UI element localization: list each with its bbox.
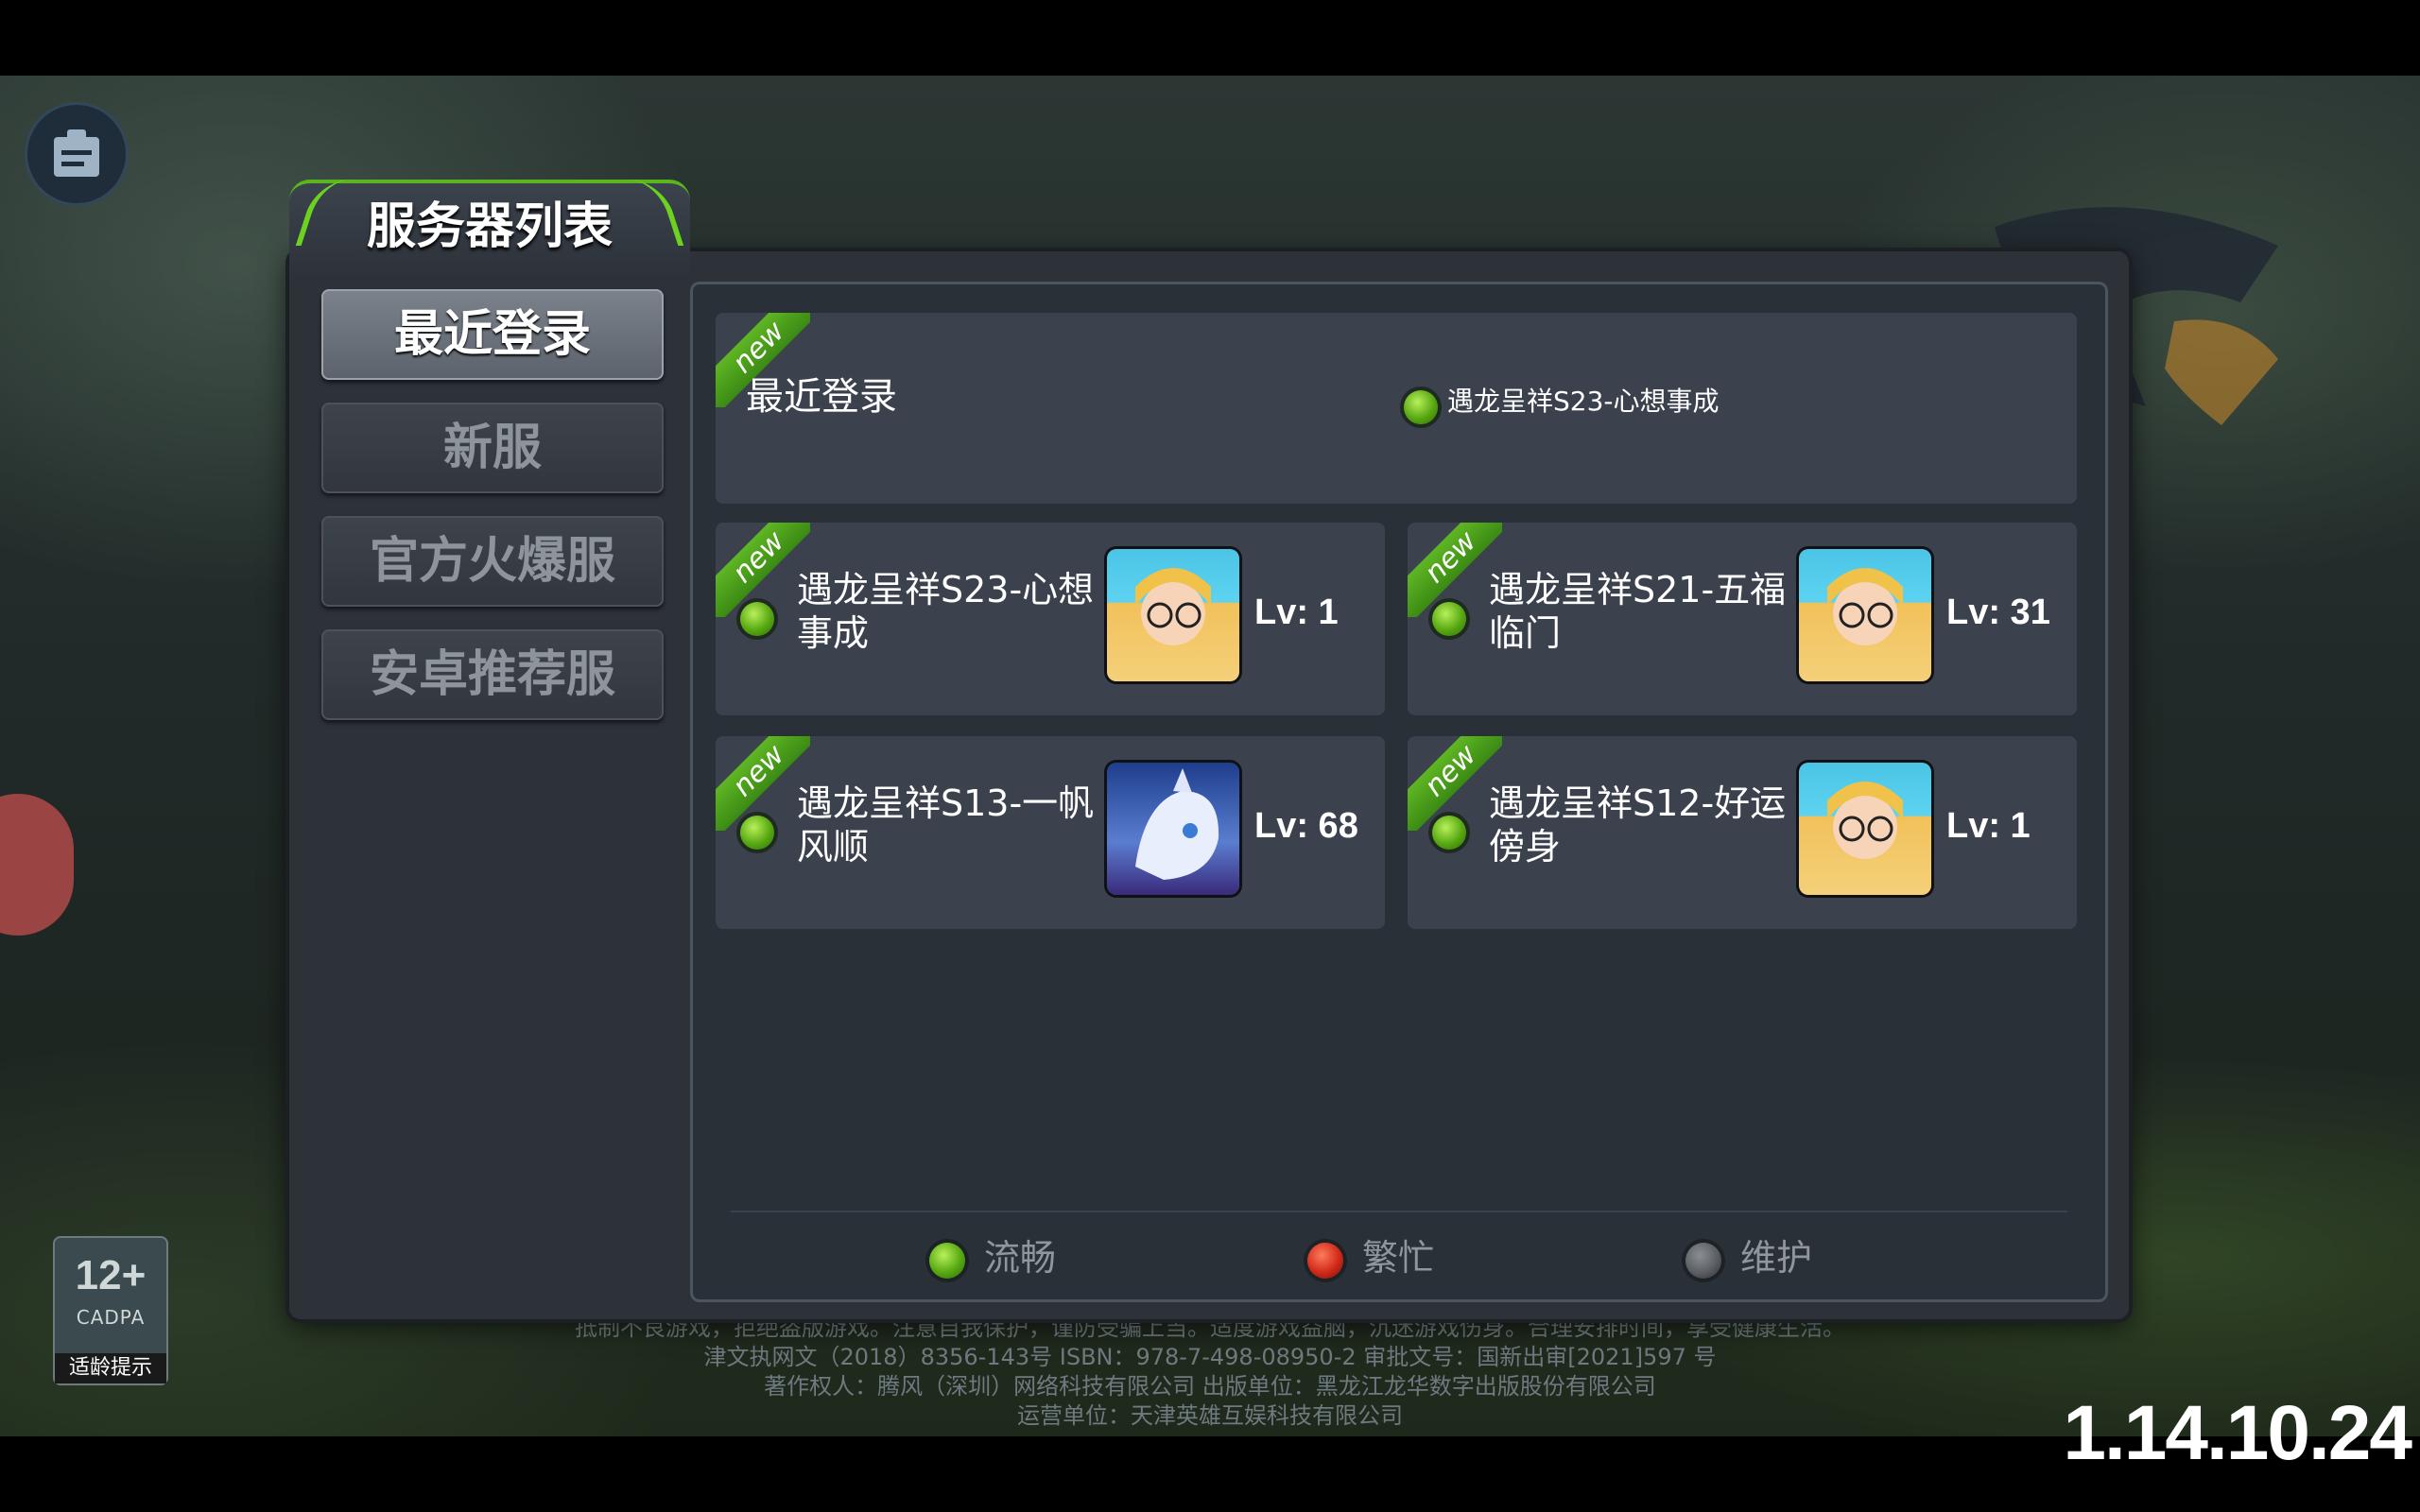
age-rating-value: 12+: [75, 1252, 147, 1298]
category-recent-login[interactable]: 最近登录: [321, 289, 664, 380]
version-number: 1.14.10.24: [2063, 1390, 2412, 1476]
elf-girl-avatar: [1799, 763, 1931, 895]
age-rating-org: CADPA: [76, 1306, 146, 1329]
letterbox-top: [0, 0, 2420, 76]
elf-girl-avatar: [1799, 549, 1931, 681]
legal-notice: 抵制不良游戏，拒绝盗版游戏。注意自我保护，谨防受骗上当。适度游戏益脑，沉迷游戏伤…: [378, 1314, 2042, 1431]
category-official-hot[interactable]: 官方火爆服: [321, 516, 664, 607]
clipboard-icon: [54, 129, 99, 177]
legal-line: 著作权人：腾风（深圳）网络科技有限公司 出版单位：黑龙江龙华数字出版股份有限公司: [764, 1373, 1656, 1400]
player-level: Lv: 68: [1254, 806, 1358, 846]
server-name: 遇龙呈祥S23-心想事成: [797, 569, 1095, 654]
letterbox-bottom: [0, 1436, 2420, 1512]
legend-divider: [731, 1211, 2067, 1212]
player-level: Lv: 1: [1254, 593, 1339, 632]
age-rating-badge[interactable]: 12+ CADPA 适龄提示: [53, 1236, 168, 1385]
server-card[interactable]: new 遇龙呈祥S13-一帆风顺 Lv: 68: [716, 736, 1385, 929]
status-dot-icon: [1432, 602, 1466, 636]
age-rating-label: 适龄提示: [55, 1353, 166, 1383]
category-new-servers[interactable]: 新服: [321, 403, 664, 493]
recent-login-card[interactable]: new 最近登录 遇龙呈祥S23-心想事成: [716, 313, 2077, 504]
category-android-recommended[interactable]: 安卓推荐服: [321, 629, 664, 720]
legend-busy: 繁忙: [1307, 1229, 1434, 1286]
status-maintenance-icon: [1685, 1242, 1721, 1279]
server-card[interactable]: new 遇龙呈祥S12-好运傍身 Lv: 1: [1408, 736, 2077, 929]
status-dot-icon: [740, 816, 774, 850]
status-dot-icon: [740, 602, 774, 636]
server-name: 遇龙呈祥S13-一帆风顺: [797, 782, 1095, 868]
status-smooth-icon: [929, 1242, 965, 1279]
legend-smooth: 流畅: [929, 1229, 1056, 1286]
notice-button[interactable]: [25, 102, 129, 206]
panel-title: 服务器列表: [366, 198, 613, 255]
legal-line: 津文执网文（2018）8356-143号 ISBN：978-7-498-0895…: [703, 1344, 1717, 1370]
server-list-area: new 最近登录 遇龙呈祥S23-心想事成 new 遇龙呈祥S23-心想事成 L…: [690, 282, 2108, 1302]
panel-title-tab: 服务器列表: [289, 180, 690, 278]
server-card[interactable]: new 遇龙呈祥S23-心想事成 Lv: 1: [716, 523, 1385, 715]
status-dot-icon: [1404, 390, 1438, 424]
server-name: 遇龙呈祥S21-五福临门: [1489, 569, 1787, 654]
status-busy-icon: [1307, 1242, 1343, 1279]
recent-server-name: 遇龙呈祥S23-心想事成: [1447, 386, 1720, 417]
legal-line: 运营单位：天津英雄互娱科技有限公司: [1017, 1402, 1403, 1429]
player-level: Lv: 31: [1946, 593, 2050, 632]
legend-maintenance: 维护: [1685, 1229, 1812, 1286]
recent-login-label: 最近登录: [746, 375, 897, 419]
server-name: 遇龙呈祥S12-好运傍身: [1489, 782, 1787, 868]
white-dragon-avatar: [1107, 763, 1239, 895]
status-dot-icon: [1432, 816, 1466, 850]
elf-girl-avatar: [1107, 549, 1239, 681]
server-card[interactable]: new 遇龙呈祥S21-五福临门 Lv: 31: [1408, 523, 2077, 715]
player-level: Lv: 1: [1946, 806, 2031, 846]
